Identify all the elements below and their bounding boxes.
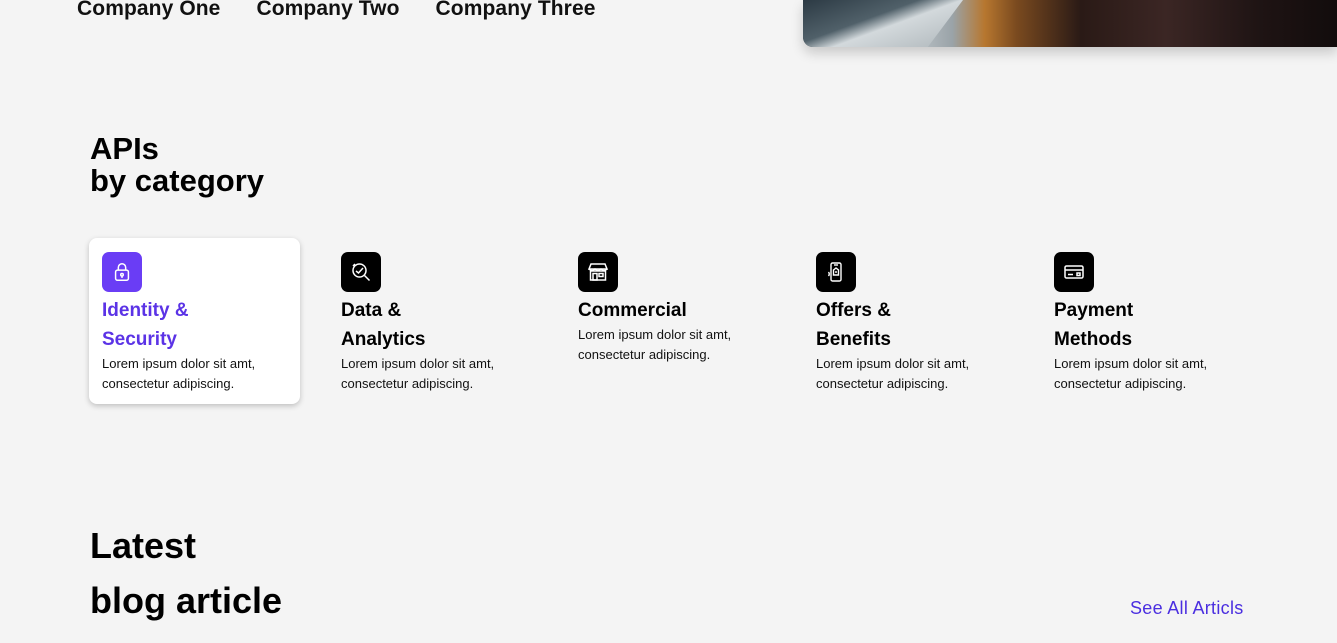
category-title-line2: Methods [1054, 329, 1133, 350]
category-title-line2: Security [102, 329, 177, 350]
category-title: Commercial [578, 296, 763, 325]
storefront-icon [578, 252, 618, 292]
category-title: Offers & Benefits [816, 296, 1001, 354]
category-description: Lorem ipsum dolor sit amt, consectetur a… [102, 356, 256, 391]
category-title-line2: Benefits [816, 329, 891, 350]
category-title-line1: Data & [341, 300, 402, 321]
laptop-photo-detail [803, 0, 963, 47]
category-title-line2: Analytics [341, 329, 426, 350]
category-card-data-analytics[interactable]: Data & Analytics Lorem ipsum dolor sit a… [328, 238, 539, 404]
latest-blog-article-title: Latest blog article [90, 518, 282, 628]
blog-title-line2: blog article [90, 580, 283, 621]
apis-by-category-title: APIs by category [90, 133, 264, 197]
category-card-payment-methods[interactable]: Payment Methods Lorem ipsum dolor sit am… [1041, 238, 1252, 404]
partner-logos: Company One Company Two Company Three [77, 0, 596, 21]
category-title-line1: Payment [1054, 300, 1134, 321]
logo-company-three: Company Three [435, 0, 596, 20]
category-card-offers-benefits[interactable]: Offers & Benefits Lorem ipsum dolor sit … [803, 238, 1014, 404]
category-description: Lorem ipsum dolor sit amt, consectetur a… [341, 356, 495, 391]
see-all-articles-link[interactable]: See All Articls [1130, 598, 1244, 619]
category-title: Identity & Security [102, 296, 287, 354]
category-title-line1: Offers & [816, 300, 891, 321]
category-description: Lorem ipsum dolor sit amt, consectetur a… [1054, 356, 1208, 391]
category-card-identity-security[interactable]: Identity & Security Lorem ipsum dolor si… [89, 238, 300, 404]
apis-title-line1: APIs [90, 131, 159, 166]
logo-company-two: Company Two [256, 0, 400, 20]
category-description: Lorem ipsum dolor sit amt, consectetur a… [578, 327, 732, 362]
search-chart-icon [341, 252, 381, 292]
category-title: Payment Methods [1054, 296, 1239, 354]
apis-title-line2: by category [90, 163, 265, 198]
blog-title-line1: Latest [90, 525, 197, 566]
credit-card-icon [1054, 252, 1094, 292]
category-description: Lorem ipsum dolor sit amt, consectetur a… [816, 356, 970, 391]
category-card-commercial[interactable]: Commercial Lorem ipsum dolor sit amt, co… [565, 238, 776, 404]
category-title-line1: Identity & [102, 300, 189, 321]
category-title-line1: Commercial [578, 300, 687, 321]
hero-image [803, 0, 1337, 47]
logo-company-one: Company One [77, 0, 221, 20]
mobile-offer-icon [816, 252, 856, 292]
category-title: Data & Analytics [341, 296, 526, 354]
category-list: Identity & Security Lorem ipsum dolor si… [89, 238, 1269, 408]
lock-icon [102, 252, 142, 292]
